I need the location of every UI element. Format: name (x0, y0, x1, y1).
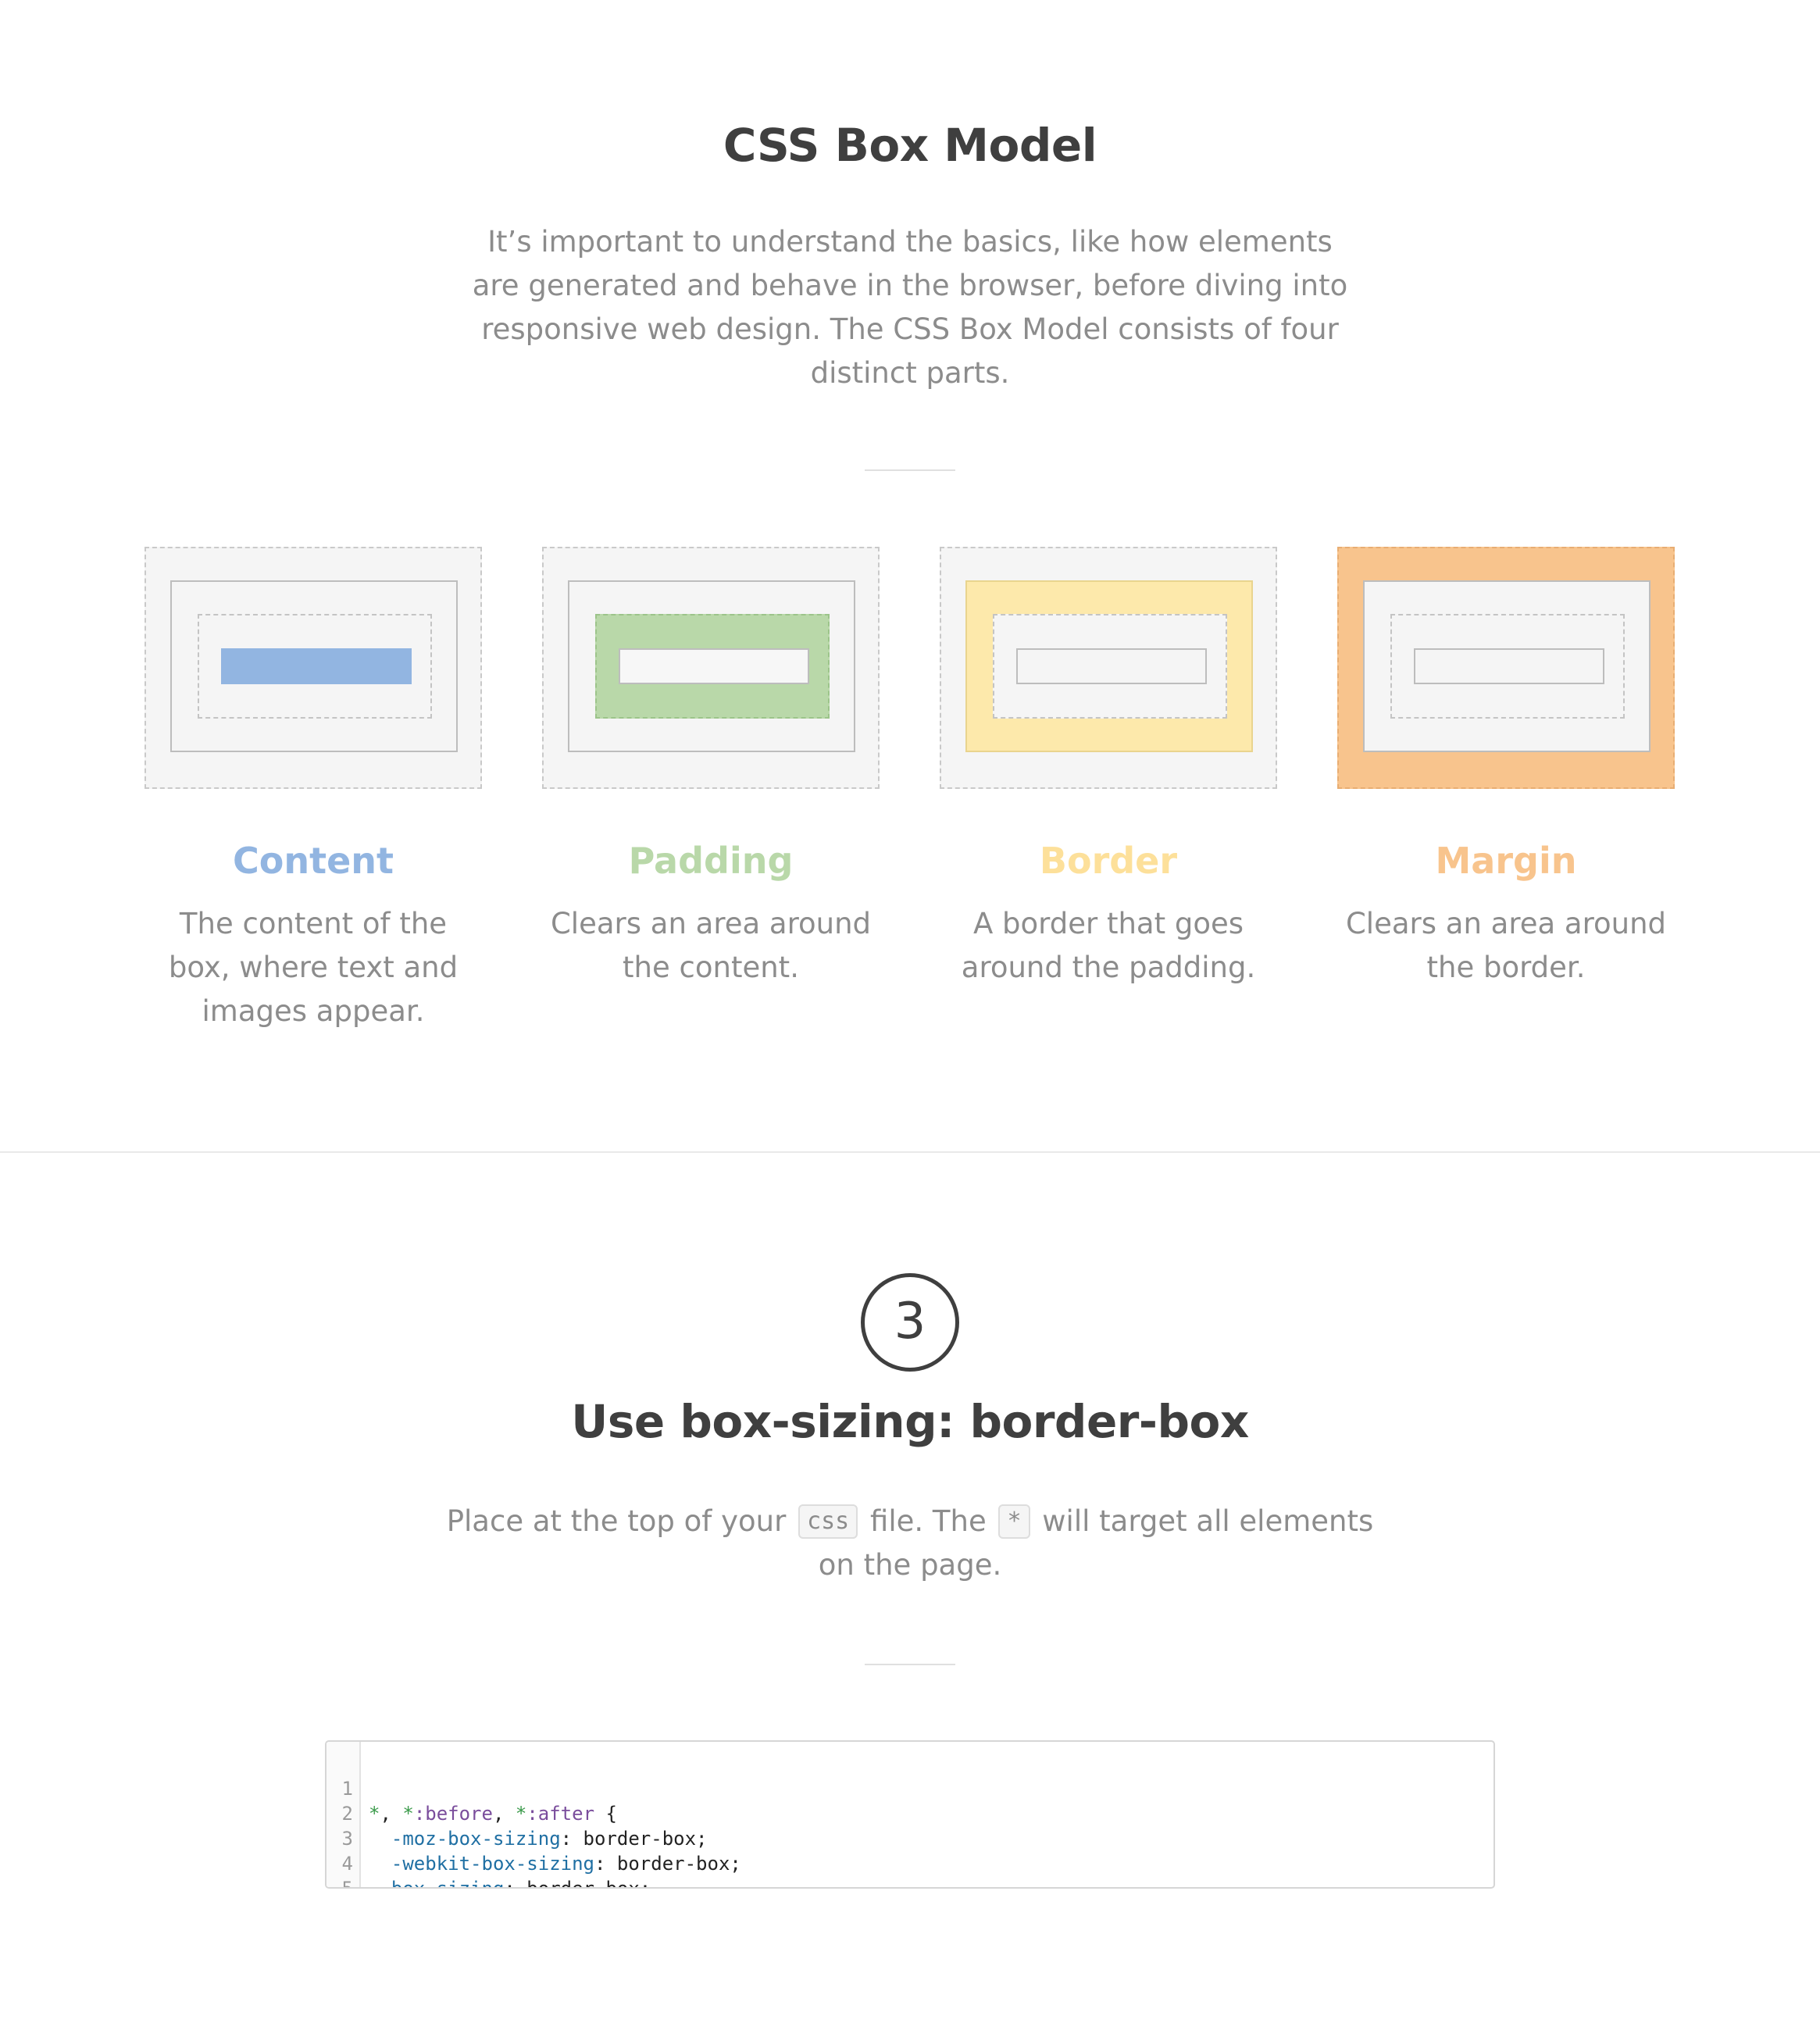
diagram-padding-box (198, 614, 432, 719)
step-text-before: Place at the top of your (446, 1504, 787, 1538)
step-section: 3 Use box-sizing: border-box Place at th… (0, 1153, 1820, 2023)
diagram-padding-box (595, 614, 830, 719)
diagram-border-box (568, 580, 855, 752)
code-line: 4 box-sizing: border-box; (327, 1826, 1493, 1887)
padding-diagram (542, 547, 880, 789)
step-description: Place at the top of your css file. The *… (437, 1500, 1383, 1587)
border-diagram (940, 547, 1277, 789)
diagram-content-box (1414, 648, 1604, 684)
intro-paragraph: It’s important to understand the basics,… (472, 225, 1348, 390)
code-block[interactable]: 1 *, *:before, *:after { 2 -moz-box-sizi… (325, 1740, 1495, 1889)
diagram-padding-box (1390, 614, 1625, 719)
divider-rule (865, 1664, 955, 1665)
padding-description: Clears an area around the content. (550, 907, 872, 984)
margin-description: Clears an area around the border. (1345, 907, 1667, 984)
code-property: box-sizing (391, 1878, 505, 1889)
code-value: : border-box; (504, 1878, 651, 1889)
content-title: Content (232, 840, 394, 882)
border-description: A border that goes around the padding. (961, 907, 1256, 984)
inline-code-star: * (998, 1504, 1030, 1539)
diagram-padding-box (993, 614, 1227, 719)
diagram-content-box (1016, 648, 1207, 684)
inline-code-css: css (798, 1504, 858, 1539)
divider-rule (865, 469, 955, 471)
border-title: Border (1039, 840, 1178, 882)
diagram-content-box (619, 648, 809, 684)
content-description: The content of the box, where text and i… (168, 907, 459, 1028)
box-model-section: CSS Box Model It’s important to understa… (0, 0, 1820, 1151)
content-diagram (145, 547, 482, 789)
margin-title: Margin (1435, 840, 1577, 882)
code-line: 1 *, *:before, *:after { (327, 1751, 1493, 1825)
step-text-middle: file. The (870, 1504, 987, 1538)
diagram-border-box (1363, 580, 1650, 752)
margin-diagram (1337, 547, 1675, 789)
padding-title: Padding (628, 840, 794, 882)
code-text: box-sizing: border-box; (369, 1876, 651, 1889)
page-title: CSS Box Model (723, 119, 1097, 172)
step-title: Use box-sizing: border-box (571, 1395, 1249, 1448)
diagram-border-box (170, 580, 458, 752)
code-line: 3 -webkit-box-sizing: border-box; (327, 1801, 1493, 1875)
line-number: 5 (341, 1878, 353, 1889)
diagram-border-box (965, 580, 1253, 752)
code-line: 5 } (327, 1851, 1493, 1887)
diagram-content-box (221, 648, 412, 684)
step-number-badge: 3 (861, 1273, 959, 1372)
code-line: 2 -moz-box-sizing: border-box; (327, 1776, 1493, 1850)
